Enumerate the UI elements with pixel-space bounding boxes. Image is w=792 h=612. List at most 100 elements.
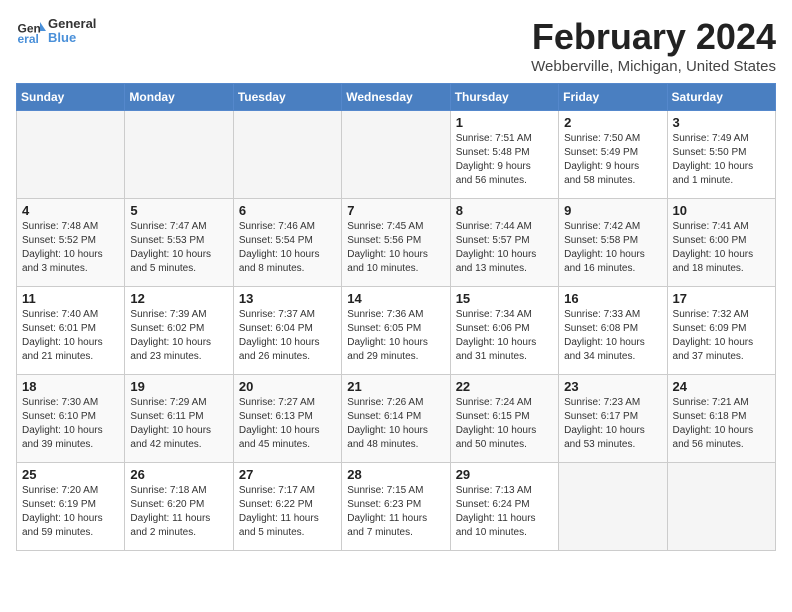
day-info: Sunrise: 7:17 AM Sunset: 6:22 PM Dayligh… bbox=[239, 484, 336, 540]
day-cell: 14 Sunrise: 7:36 AM Sunset: 6:05 PM Dayli… bbox=[342, 287, 450, 375]
day-number: 10 bbox=[673, 203, 770, 218]
week-row-4: 18 Sunrise: 7:30 AM Sunset: 6:10 PM Dayli… bbox=[17, 375, 776, 463]
day-info: Sunrise: 7:13 AM Sunset: 6:24 PM Dayligh… bbox=[456, 484, 553, 540]
day-cell: 20Sunrise: 7:27 AM Sunset: 6:13 PM Dayli… bbox=[233, 375, 341, 463]
day-info: Sunrise: 7:21 AM Sunset: 6:18 PM Dayligh… bbox=[673, 396, 770, 452]
day-number: 4 bbox=[22, 203, 119, 218]
day-cell: 19Sunrise: 7:29 AM Sunset: 6:11 PM Dayli… bbox=[125, 375, 233, 463]
day-info: Sunrise: 7:41 AM Sunset: 6:00 PM Dayligh… bbox=[673, 220, 770, 276]
weekday-header-saturday: Saturday bbox=[667, 84, 775, 111]
weekday-header-thursday: Thursday bbox=[450, 84, 558, 111]
logo-text: General Blue bbox=[48, 17, 96, 46]
day-number: 15 bbox=[456, 291, 553, 306]
day-cell: 16Sunrise: 7:33 AM Sunset: 6:08 PM Dayli… bbox=[559, 287, 667, 375]
day-cell: 6 Sunrise: 7:46 AM Sunset: 5:54 PM Daylig… bbox=[233, 199, 341, 287]
day-info: Sunrise: 7:26 AM Sunset: 6:14 PM Dayligh… bbox=[347, 396, 444, 452]
day-number: 24 bbox=[673, 379, 770, 394]
day-cell: 8Sunrise: 7:44 AM Sunset: 5:57 PM Daylig… bbox=[450, 199, 558, 287]
week-row-1: 1 Sunrise: 7:51 AM Sunset: 5:48 PM Daylig… bbox=[17, 111, 776, 199]
week-row-2: 4 Sunrise: 7:48 AM Sunset: 5:52 PM Daylig… bbox=[17, 199, 776, 287]
logo-line1: General bbox=[48, 17, 96, 31]
day-info: Sunrise: 7:36 AM Sunset: 6:05 PM Dayligh… bbox=[347, 308, 444, 364]
day-number: 11 bbox=[22, 291, 119, 306]
day-cell: 10 Sunrise: 7:41 AM Sunset: 6:00 PM Dayli… bbox=[667, 199, 775, 287]
svg-text:eral: eral bbox=[18, 32, 39, 46]
day-info: Sunrise: 7:24 AM Sunset: 6:15 PM Dayligh… bbox=[456, 396, 553, 452]
day-number: 17 bbox=[673, 291, 770, 306]
day-number: 26 bbox=[130, 467, 227, 482]
week-row-5: 25 Sunrise: 7:20 AM Sunset: 6:19 PM Dayli… bbox=[17, 463, 776, 551]
day-cell bbox=[667, 463, 775, 551]
day-info: Sunrise: 7:48 AM Sunset: 5:52 PM Dayligh… bbox=[22, 220, 119, 276]
day-cell bbox=[559, 463, 667, 551]
day-number: 14 bbox=[347, 291, 444, 306]
day-number: 22 bbox=[456, 379, 553, 394]
day-info: Sunrise: 7:29 AM Sunset: 6:11 PM Dayligh… bbox=[130, 396, 227, 452]
day-info: Sunrise: 7:15 AM Sunset: 6:23 PM Dayligh… bbox=[347, 484, 444, 540]
day-cell: 11Sunrise: 7:40 AM Sunset: 6:01 PM Dayli… bbox=[17, 287, 125, 375]
day-cell: 17 Sunrise: 7:32 AM Sunset: 6:09 PM Dayli… bbox=[667, 287, 775, 375]
day-cell: 21 Sunrise: 7:26 AM Sunset: 6:14 PM Dayli… bbox=[342, 375, 450, 463]
day-cell bbox=[17, 111, 125, 199]
day-cell bbox=[125, 111, 233, 199]
day-info: Sunrise: 7:34 AM Sunset: 6:06 PM Dayligh… bbox=[456, 308, 553, 364]
week-row-3: 11Sunrise: 7:40 AM Sunset: 6:01 PM Dayli… bbox=[17, 287, 776, 375]
day-info: Sunrise: 7:23 AM Sunset: 6:17 PM Dayligh… bbox=[564, 396, 661, 452]
day-cell: 12 Sunrise: 7:39 AM Sunset: 6:02 PM Dayli… bbox=[125, 287, 233, 375]
day-number: 9 bbox=[564, 203, 661, 218]
day-info: Sunrise: 7:50 AM Sunset: 5:49 PM Dayligh… bbox=[564, 132, 661, 188]
day-info: Sunrise: 7:20 AM Sunset: 6:19 PM Dayligh… bbox=[22, 484, 119, 540]
day-number: 5 bbox=[130, 203, 227, 218]
day-info: Sunrise: 7:30 AM Sunset: 6:10 PM Dayligh… bbox=[22, 396, 119, 452]
day-cell: 26 Sunrise: 7:18 AM Sunset: 6:20 PM Dayli… bbox=[125, 463, 233, 551]
day-number: 6 bbox=[239, 203, 336, 218]
day-info: Sunrise: 7:18 AM Sunset: 6:20 PM Dayligh… bbox=[130, 484, 227, 540]
day-number: 18 bbox=[22, 379, 119, 394]
day-cell: 7 Sunrise: 7:45 AM Sunset: 5:56 PM Daylig… bbox=[342, 199, 450, 287]
day-info: Sunrise: 7:47 AM Sunset: 5:53 PM Dayligh… bbox=[130, 220, 227, 276]
day-cell: 5 Sunrise: 7:47 AM Sunset: 5:53 PM Daylig… bbox=[125, 199, 233, 287]
day-info: Sunrise: 7:32 AM Sunset: 6:09 PM Dayligh… bbox=[673, 308, 770, 364]
day-info: Sunrise: 7:45 AM Sunset: 5:56 PM Dayligh… bbox=[347, 220, 444, 276]
day-number: 8 bbox=[456, 203, 553, 218]
day-number: 2 bbox=[564, 115, 661, 130]
day-cell: 29 Sunrise: 7:13 AM Sunset: 6:24 PM Dayli… bbox=[450, 463, 558, 551]
day-info: Sunrise: 7:27 AM Sunset: 6:13 PM Dayligh… bbox=[239, 396, 336, 452]
weekday-header-monday: Monday bbox=[125, 84, 233, 111]
day-number: 25 bbox=[22, 467, 119, 482]
day-cell: 4 Sunrise: 7:48 AM Sunset: 5:52 PM Daylig… bbox=[17, 199, 125, 287]
day-number: 12 bbox=[130, 291, 227, 306]
day-cell: 28 Sunrise: 7:15 AM Sunset: 6:23 PM Dayli… bbox=[342, 463, 450, 551]
day-number: 23 bbox=[564, 379, 661, 394]
title-area: February 2024 Webberville, Michigan, Uni… bbox=[531, 16, 776, 75]
day-cell: 13Sunrise: 7:37 AM Sunset: 6:04 PM Dayli… bbox=[233, 287, 341, 375]
logo-icon: Gen eral bbox=[16, 16, 46, 46]
day-info: Sunrise: 7:51 AM Sunset: 5:48 PM Dayligh… bbox=[456, 132, 553, 188]
day-cell: 23 Sunrise: 7:23 AM Sunset: 6:17 PM Dayli… bbox=[559, 375, 667, 463]
day-number: 3 bbox=[673, 115, 770, 130]
weekday-header-friday: Friday bbox=[559, 84, 667, 111]
day-cell: 9 Sunrise: 7:42 AM Sunset: 5:58 PM Daylig… bbox=[559, 199, 667, 287]
logo-line2: Blue bbox=[48, 31, 96, 45]
day-number: 1 bbox=[456, 115, 553, 130]
day-info: Sunrise: 7:39 AM Sunset: 6:02 PM Dayligh… bbox=[130, 308, 227, 364]
header: Gen eral General Blue February 2024 Webb… bbox=[16, 16, 776, 75]
day-number: 21 bbox=[347, 379, 444, 394]
day-number: 7 bbox=[347, 203, 444, 218]
day-cell: 18 Sunrise: 7:30 AM Sunset: 6:10 PM Dayli… bbox=[17, 375, 125, 463]
day-cell: 3 Sunrise: 7:49 AM Sunset: 5:50 PM Daylig… bbox=[667, 111, 775, 199]
header-row: SundayMondayTuesdayWednesdayThursdayFrid… bbox=[17, 84, 776, 111]
day-info: Sunrise: 7:46 AM Sunset: 5:54 PM Dayligh… bbox=[239, 220, 336, 276]
day-cell bbox=[342, 111, 450, 199]
day-info: Sunrise: 7:33 AM Sunset: 6:08 PM Dayligh… bbox=[564, 308, 661, 364]
day-number: 29 bbox=[456, 467, 553, 482]
day-cell: 27Sunrise: 7:17 AM Sunset: 6:22 PM Dayli… bbox=[233, 463, 341, 551]
day-info: Sunrise: 7:49 AM Sunset: 5:50 PM Dayligh… bbox=[673, 132, 770, 188]
day-info: Sunrise: 7:42 AM Sunset: 5:58 PM Dayligh… bbox=[564, 220, 661, 276]
day-cell: 1 Sunrise: 7:51 AM Sunset: 5:48 PM Daylig… bbox=[450, 111, 558, 199]
calendar-table: SundayMondayTuesdayWednesdayThursdayFrid… bbox=[16, 83, 776, 551]
day-number: 13 bbox=[239, 291, 336, 306]
day-cell bbox=[233, 111, 341, 199]
location: Webberville, Michigan, United States bbox=[531, 58, 776, 75]
day-number: 28 bbox=[347, 467, 444, 482]
